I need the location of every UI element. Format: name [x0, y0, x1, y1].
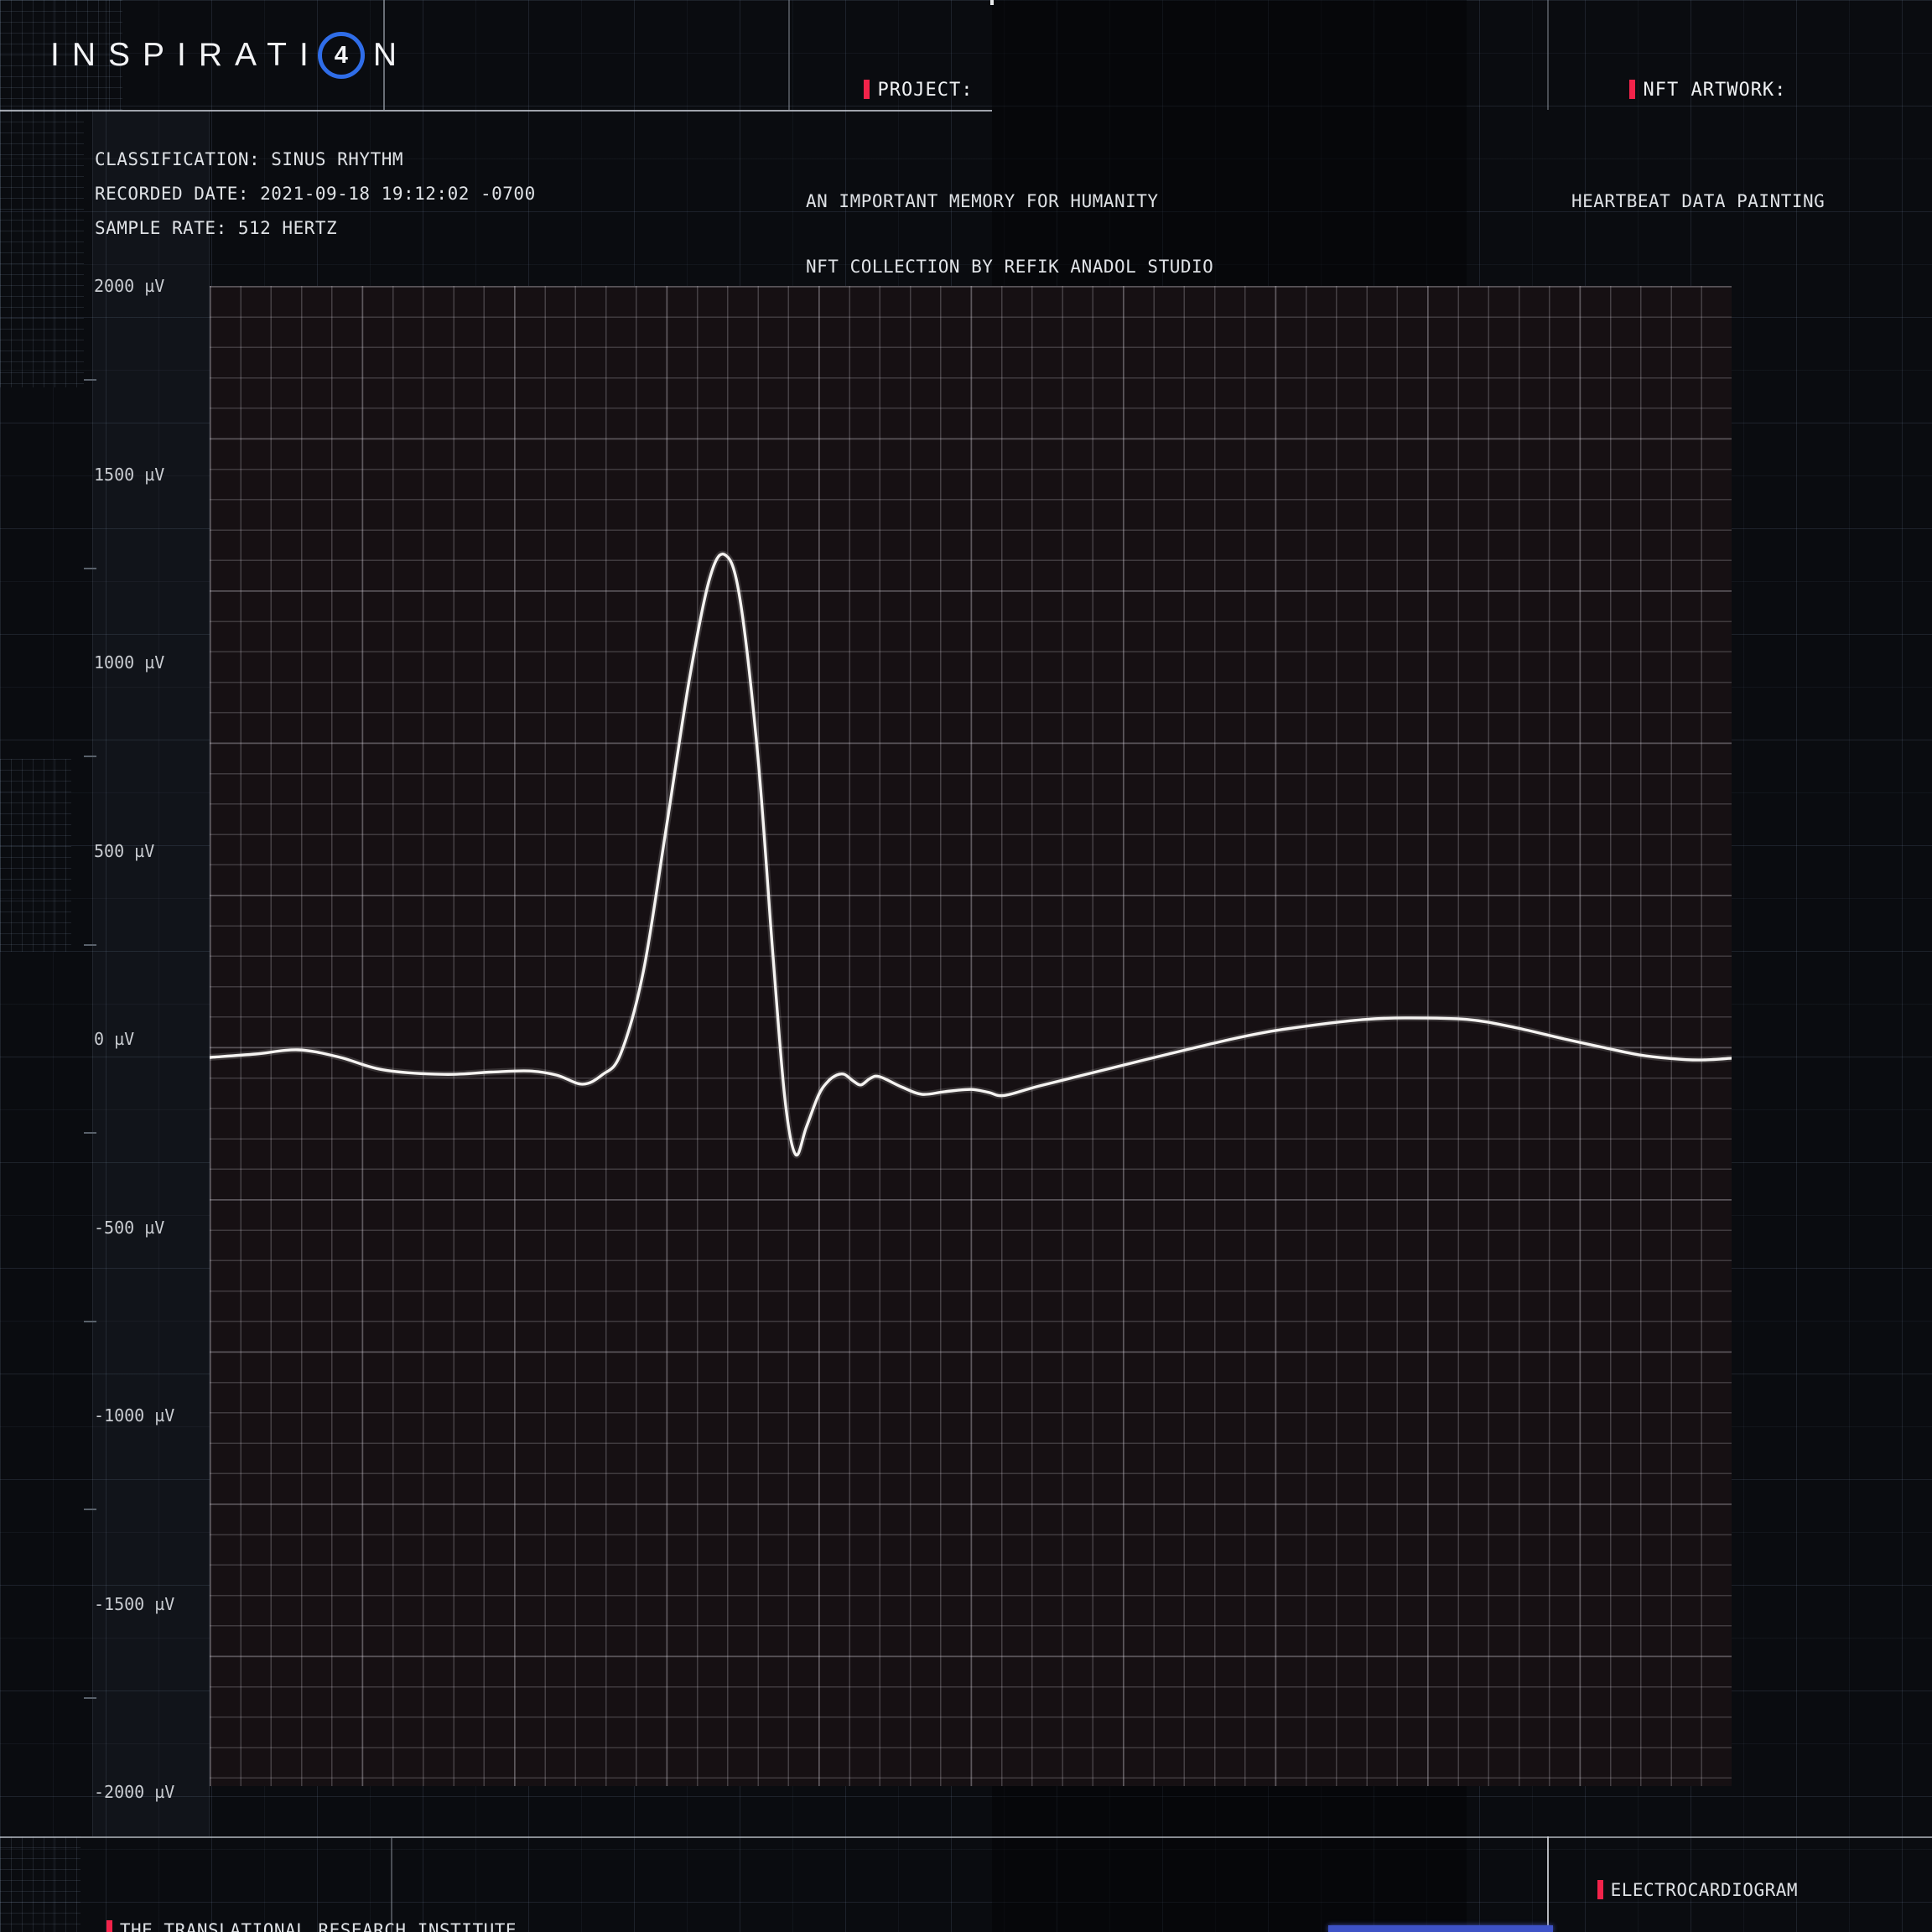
project-label: PROJECT:: [877, 80, 973, 101]
footer-left-row: THE TRANSLATIONAL RESEARCH INSTITUTE: [40, 1900, 517, 1932]
y-axis-label: -500 µV: [94, 1218, 164, 1238]
red-marker-icon: [106, 1920, 112, 1932]
artwork-line1: HEARTBEAT DATA PAINTING: [1571, 191, 1825, 211]
y-axis-label: -1000 µV: [94, 1405, 174, 1426]
red-marker-icon: [864, 80, 870, 99]
y-axis-midpoint-tick: [84, 756, 96, 757]
footer-right-text: ELECTROCARDIOGRAM: [1611, 1880, 1798, 1900]
project-block: PROJECT: AN IMPORTANT MEMORY FOR HUMANIT…: [792, 17, 1213, 319]
artwork-label-row: NFT ARTWORK:: [1558, 59, 1825, 122]
y-axis-midpoint-tick: [84, 1321, 96, 1322]
y-axis-label: -1500 µV: [94, 1594, 174, 1614]
y-axis-label: 500 µV: [94, 841, 154, 861]
logo-circled-char: 4: [335, 42, 348, 70]
ecg-trace-line: [210, 554, 1732, 1156]
y-axis-midpoint-tick: [84, 568, 96, 569]
heartbeat-data-painting: INSPIRATI 4 N PROJECT: AN IMPORTANT MEMO…: [0, 0, 1932, 1932]
footer-divider-right: [1547, 1836, 1549, 1932]
y-axis-label: -2000 µV: [94, 1782, 174, 1802]
project-label-row: PROJECT:: [792, 59, 1213, 122]
red-marker-icon: [1629, 80, 1635, 99]
footer-separator-line: [0, 1836, 1932, 1838]
ecg-chart-area: [210, 286, 1732, 1786]
footer-left-line1: THE TRANSLATIONAL RESEARCH INSTITUTE: [120, 1920, 517, 1932]
y-axis-midpoint-tick: [84, 944, 96, 946]
top-edge-tick: [990, 0, 994, 5]
y-axis-label: 2000 µV: [94, 276, 164, 296]
logo-circle-4-icon: 4: [318, 32, 365, 79]
project-line1: AN IMPORTANT MEMORY FOR HUMANITY: [806, 191, 1213, 211]
project-line2: NFT COLLECTION BY REFIK ANADOL STUDIO: [806, 257, 1213, 277]
nft-artwork-block: NFT ARTWORK: HEARTBEAT DATA PAINTING: [1558, 17, 1825, 253]
footer-right-block: ELECTROCARDIOGRAM: [1553, 1860, 1798, 1920]
y-axis-midpoint-tick: [84, 1509, 96, 1510]
y-axis-midpoint-tick: [84, 1697, 96, 1699]
header-panel-divider-right: [1547, 0, 1549, 110]
artwork-label: NFT ARTWORK:: [1643, 80, 1786, 101]
y-axis: 2000 µV 1500 µV 1000 µV 500 µV 0 µV -500 µV -1…: [0, 0, 210, 1932]
header-panel-divider-left: [788, 0, 790, 110]
red-marker-icon: [1597, 1880, 1603, 1899]
y-axis-midpoint-tick: [84, 1132, 96, 1134]
footer-left-block: THE TRANSLATIONAL RESEARCH INSTITUTE FOR…: [40, 1860, 517, 1932]
ecg-trace-glow: [210, 554, 1732, 1156]
y-axis-label: 0 µV: [94, 1029, 134, 1049]
y-axis-label: 1000 µV: [94, 652, 164, 673]
ecg-trace: [210, 286, 1732, 1786]
progress-accent-bar: [1328, 1925, 1553, 1932]
y-axis-label: 1500 µV: [94, 465, 164, 485]
y-axis-midpoint-tick: [84, 379, 96, 381]
logo-text-post: N: [373, 37, 409, 74]
